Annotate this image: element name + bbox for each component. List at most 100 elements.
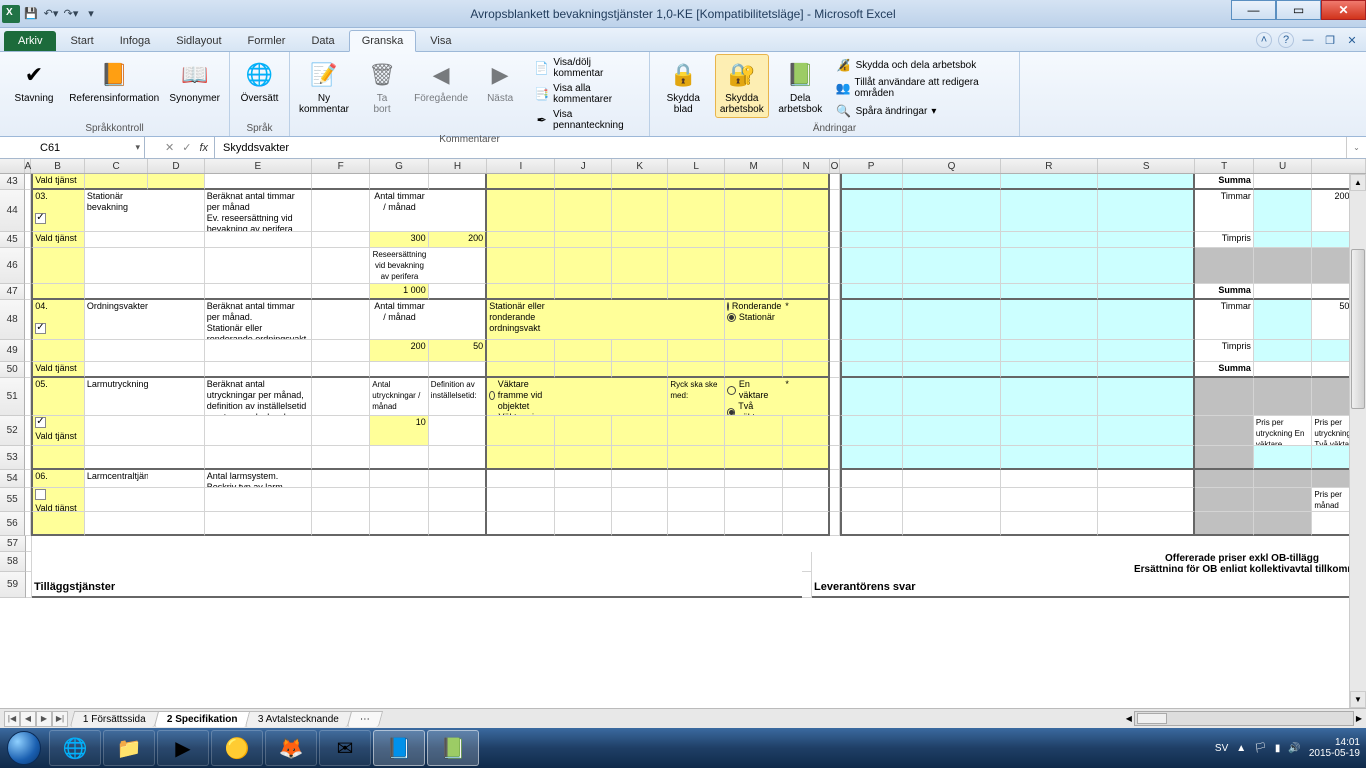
help-icon[interactable]: ?	[1278, 32, 1294, 48]
col-D[interactable]: D	[148, 159, 205, 173]
wb-minimize-icon[interactable]: —	[1300, 32, 1316, 48]
foregaende-button[interactable]: ◀Föregående	[412, 54, 470, 107]
name-box[interactable]: C61	[0, 137, 145, 158]
tab-formler[interactable]: Formler	[236, 31, 298, 51]
tray-network-icon[interactable]: 🏳	[1254, 743, 1267, 754]
wb-restore-icon[interactable]: ❐	[1322, 32, 1338, 48]
col-O[interactable]: O	[830, 159, 840, 173]
start-button[interactable]	[0, 728, 48, 768]
taskbar-firefox[interactable]: 🦊	[265, 730, 317, 766]
scroll-thumb[interactable]	[1351, 249, 1365, 409]
tab-infoga[interactable]: Infoga	[108, 31, 163, 51]
taskbar-excel[interactable]: 📗	[427, 730, 479, 766]
radio-ronderande[interactable]: Ronderande	[727, 301, 781, 312]
visa-penna-button[interactable]: ✒Visa pennanteckning	[530, 108, 643, 132]
col-P[interactable]: P	[840, 159, 903, 173]
tillat-anvandare-button[interactable]: 👥Tillåt användare att redigera områden	[832, 76, 1013, 100]
close-button[interactable]: ✕	[1321, 0, 1366, 20]
taskbar-word[interactable]: 📘	[373, 730, 425, 766]
taskbar-ie[interactable]: 🌐	[49, 730, 101, 766]
tray-flag-icon[interactable]: ▲	[1236, 743, 1246, 754]
visa-alla-button[interactable]: 📑Visa alla kommentarer	[530, 82, 643, 106]
col-Q[interactable]: Q	[903, 159, 1000, 173]
tab-data[interactable]: Data	[299, 31, 346, 51]
cell[interactable]: 03.	[31, 190, 85, 232]
cell[interactable]: Antal timmar / månad	[370, 190, 428, 232]
oversatt-button[interactable]: 🌐Översätt	[236, 54, 283, 107]
checkbox-icon[interactable]	[35, 417, 46, 428]
radio-framme[interactable]: Väktare framme vid objektet	[489, 379, 553, 412]
col-F[interactable]: F	[312, 159, 370, 173]
col-I[interactable]: I	[487, 159, 555, 173]
col-U[interactable]: U	[1254, 159, 1312, 173]
col-E[interactable]: E	[205, 159, 312, 173]
skydda-blad-button[interactable]: 🔒Skydda blad	[656, 54, 711, 118]
tab-file[interactable]: Arkiv	[4, 31, 56, 51]
window-title: Avropsblankett bevakningstjänster 1,0-KE…	[0, 7, 1366, 21]
sheet-tab-3[interactable]: 3 Avtalstecknande	[245, 711, 352, 727]
col-T[interactable]: T	[1195, 159, 1253, 173]
col-R[interactable]: R	[1001, 159, 1098, 173]
skydda-dela-button[interactable]: 🔏Skydda och dela arbetsbok	[832, 56, 1013, 74]
horizontal-scroll[interactable]: ◀ ▶	[380, 711, 1366, 726]
maximize-button[interactable]: ▭	[1276, 0, 1321, 20]
checkbox-icon[interactable]	[35, 213, 46, 224]
select-all-corner[interactable]	[0, 159, 25, 173]
col-V[interactable]	[1312, 159, 1366, 173]
taskbar-media[interactable]: ▶	[157, 730, 209, 766]
col-M[interactable]: M	[725, 159, 783, 173]
sheet-tab-1[interactable]: 1 Försättssida	[70, 711, 159, 727]
next-sheet-icon[interactable]: ▶	[36, 711, 52, 727]
skydda-arbetsbok-button[interactable]: 🔐Skydda arbetsbok	[715, 54, 770, 118]
scroll-up-icon[interactable]: ▲	[1350, 174, 1366, 191]
cell[interactable]: Vald tjänst	[31, 174, 85, 190]
stavning-button[interactable]: ✔︎Stavning	[6, 54, 62, 107]
vertical-scrollbar[interactable]: ▲ ▼	[1349, 174, 1366, 708]
radio-tva[interactable]: Två väktare	[727, 401, 781, 416]
worksheet[interactable]: A B C D E F G H I J K L M N O P Q R S T …	[0, 159, 1366, 708]
minimize-ribbon-icon[interactable]: ˄	[1256, 32, 1272, 48]
col-H[interactable]: H	[429, 159, 487, 173]
scroll-down-icon[interactable]: ▼	[1350, 691, 1366, 708]
sheet-tab-2[interactable]: 2 Specifikation	[154, 711, 251, 727]
visa-dolj-button[interactable]: 📄Visa/dölj kommentar	[530, 56, 643, 80]
synonymer-button[interactable]: 📖Synonymer	[166, 54, 223, 107]
last-sheet-icon[interactable]: ▶|	[52, 711, 68, 727]
col-C[interactable]: C	[85, 159, 148, 173]
tray-clock[interactable]: 14:012015-05-19	[1309, 737, 1360, 759]
row-header[interactable]: 43	[0, 174, 25, 190]
radio-stationar[interactable]: Stationär	[727, 312, 781, 323]
col-G[interactable]: G	[370, 159, 428, 173]
col-K[interactable]: K	[612, 159, 669, 173]
tab-sidlayout[interactable]: Sidlayout	[164, 31, 233, 51]
expand-formula-icon[interactable]: ⌄	[1346, 137, 1366, 158]
tray-battery-icon[interactable]: ▮	[1275, 743, 1281, 754]
dela-arbetsbok-button[interactable]: 📗Dela arbetsbok	[773, 54, 828, 118]
minimize-button[interactable]: —	[1231, 0, 1276, 20]
first-sheet-icon[interactable]: |◀	[4, 711, 20, 727]
tab-granska[interactable]: Granska	[349, 30, 417, 52]
col-S[interactable]: S	[1098, 159, 1195, 173]
tray-sound-icon[interactable]: 🔊	[1288, 743, 1300, 754]
col-B[interactable]: B	[31, 159, 85, 173]
tab-start[interactable]: Start	[58, 31, 105, 51]
ta-bort-button[interactable]: 🗑Ta bort	[356, 54, 408, 118]
radio-en[interactable]: En väktare	[727, 379, 781, 401]
checkbox-icon[interactable]	[35, 489, 46, 500]
ny-kommentar-button[interactable]: 📝Ny kommentar	[296, 54, 352, 118]
col-L[interactable]: L	[668, 159, 725, 173]
col-J[interactable]: J	[555, 159, 612, 173]
tray-lang[interactable]: SV	[1215, 743, 1228, 754]
referensinformation-button[interactable]: 📙Referensinformation	[66, 54, 162, 107]
spara-andringar-button[interactable]: 🔍Spåra ändringar ▾	[832, 102, 1013, 120]
col-N[interactable]: N	[783, 159, 830, 173]
checkbox-icon[interactable]	[35, 323, 46, 334]
nasta-button[interactable]: ▶Nästa	[474, 54, 526, 107]
prev-sheet-icon[interactable]: ◀	[20, 711, 36, 727]
taskbar-explorer[interactable]: 📁	[103, 730, 155, 766]
wb-close-icon[interactable]: ✕	[1344, 32, 1360, 48]
new-sheet-button[interactable]: ⋯	[347, 711, 383, 727]
taskbar-chrome[interactable]: 🟡	[211, 730, 263, 766]
tab-visa[interactable]: Visa	[418, 31, 463, 51]
taskbar-mail[interactable]: ✉	[319, 730, 371, 766]
